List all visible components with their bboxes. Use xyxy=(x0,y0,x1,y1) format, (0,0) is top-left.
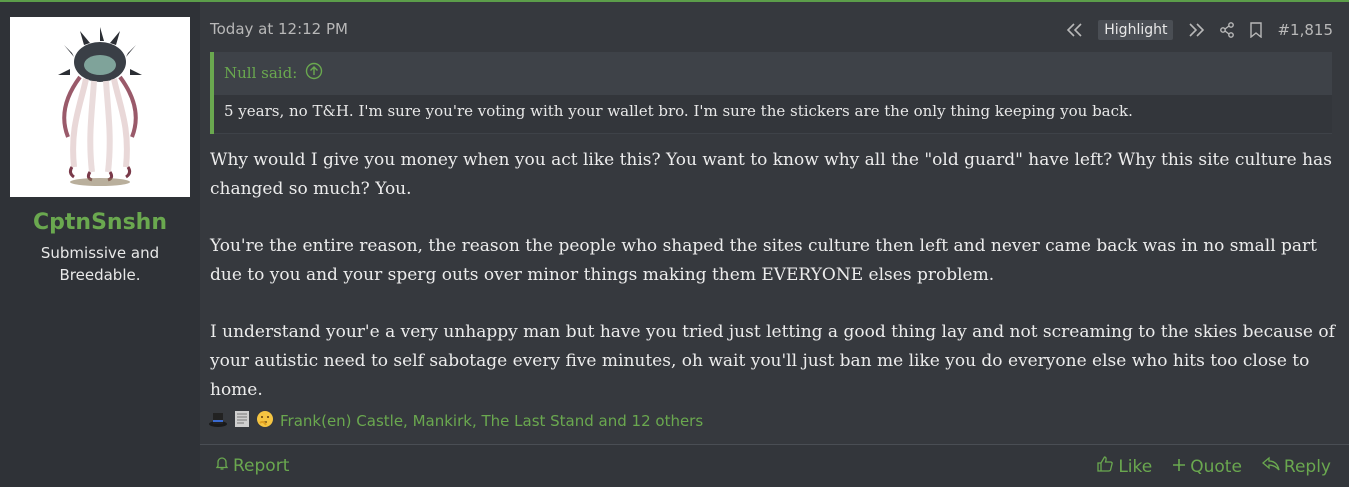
bell-icon xyxy=(214,455,230,476)
quote-header[interactable]: Null said: xyxy=(224,62,323,84)
share-icon[interactable] xyxy=(1219,22,1235,38)
quote-author[interactable]: Null said: xyxy=(224,64,297,82)
user-title: Submissive and Breedable. xyxy=(40,244,160,284)
fast-forward-icon[interactable] xyxy=(1187,23,1205,37)
post-actions: Highlight #1,815 xyxy=(1066,18,1333,42)
post-main: Today at 12:12 PM Highlight #1,815 Null … xyxy=(200,2,1349,487)
reply-arrow-icon xyxy=(1261,456,1280,477)
quote-text: 5 years, no T&H. I'm sure you're voting … xyxy=(214,95,1332,133)
arrow-up-circle-icon[interactable] xyxy=(305,62,323,84)
message-paragraph: Why would I give you money when you act … xyxy=(210,150,1332,199)
thumbs-up-icon xyxy=(1096,455,1114,478)
reactions-bar[interactable]: Frank(en) Castle, Mankirk, The Last Stan… xyxy=(208,410,703,432)
post-footer: Report Like Quote Reply xyxy=(200,444,1349,487)
like-label: Like xyxy=(1118,456,1153,477)
newspaper-reaction-icon xyxy=(234,410,250,432)
highlight-button[interactable]: Highlight xyxy=(1098,20,1174,40)
quote-block: Null said: 5 years, no T&H. I'm sure you… xyxy=(210,52,1332,134)
footer-actions: Like Quote Reply xyxy=(1096,455,1331,478)
reply-button[interactable]: Reply xyxy=(1261,455,1331,478)
report-button[interactable]: Report xyxy=(214,455,289,476)
reply-label: Reply xyxy=(1283,456,1331,477)
plus-icon xyxy=(1172,457,1186,477)
report-label: Report xyxy=(233,455,290,476)
avatar-image-icon xyxy=(58,27,142,186)
user-sidebar: CptnSnshn Submissive and Breedable. xyxy=(0,2,200,486)
avatar[interactable] xyxy=(10,17,190,197)
message-body: Why would I give you money when you act … xyxy=(210,146,1335,433)
bookmark-icon[interactable] xyxy=(1249,22,1263,38)
message-paragraph: I understand your'e a very unhappy man b… xyxy=(210,322,1335,400)
like-button[interactable]: Like xyxy=(1096,455,1152,478)
top-hat-reaction-icon xyxy=(208,410,228,432)
message-paragraph: You're the entire reason, the reason the… xyxy=(210,236,1318,285)
post-number-link[interactable]: #1,815 xyxy=(1277,21,1333,39)
reactions-list[interactable]: Frank(en) Castle, Mankirk, The Last Stan… xyxy=(280,412,703,430)
quote-button[interactable]: Quote xyxy=(1172,455,1242,478)
quote-label: Quote xyxy=(1190,456,1242,477)
thinking-face-reaction-icon xyxy=(256,410,274,432)
post-timestamp[interactable]: Today at 12:12 PM xyxy=(210,20,348,38)
username-link[interactable]: CptnSnshn xyxy=(0,210,200,235)
rewind-icon[interactable] xyxy=(1066,23,1084,37)
post-container: CptnSnshn Submissive and Breedable. Toda… xyxy=(0,0,1349,487)
